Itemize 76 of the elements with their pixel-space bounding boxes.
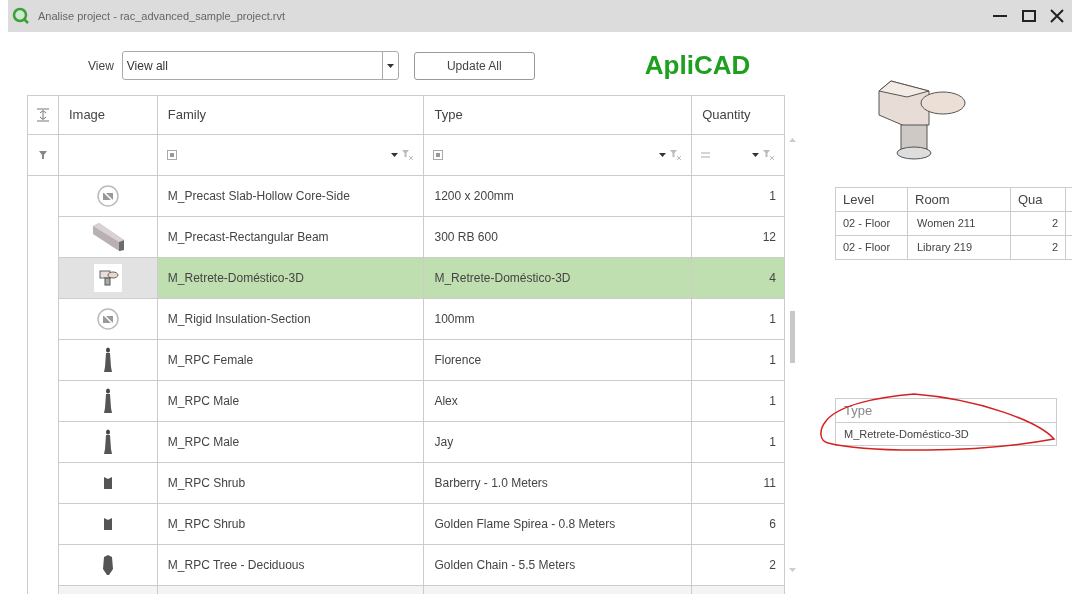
table-cell: M_RPC Shrub: [157, 504, 425, 545]
maximize-icon[interactable]: [1022, 9, 1036, 23]
filter-operator-icon[interactable]: [433, 150, 444, 160]
table-cell: Library 219: [908, 236, 1011, 259]
table-cell: M_RPC Male: [157, 422, 425, 463]
caret-icon[interactable]: [659, 153, 667, 157]
table-cell: 2: [1011, 212, 1066, 235]
table-cell: M_Retrete-Doméstico-3D: [424, 258, 693, 299]
table-cell: 11: [692, 463, 785, 504]
table-cell: M_RPC Tree - Deciduous: [157, 545, 425, 586]
table-cell: 300 RB 600: [424, 217, 693, 258]
column-header[interactable]: Image: [58, 96, 158, 134]
table-cell: Women 211: [908, 212, 1011, 235]
scroll-down-icon[interactable]: [788, 568, 796, 572]
tree-icon: [101, 555, 114, 575]
person-figure-icon: [102, 429, 113, 455]
table-cell: Golden Chain - 5.5 Meters: [424, 545, 693, 586]
column-header[interactable]: Type: [424, 96, 693, 134]
table-cell: 02 - Floor: [836, 236, 908, 259]
table-cell: Alex: [424, 381, 693, 422]
toilet-icon: [96, 267, 119, 289]
scroll-up-icon[interactable]: [788, 138, 796, 142]
table-cell: 1: [692, 422, 785, 463]
close-icon[interactable]: [1050, 9, 1064, 23]
table-cell: M_Precast Slab-Hollow Core-Side: [157, 176, 425, 217]
table-cell: 2: [692, 545, 785, 586]
caret-icon[interactable]: [391, 153, 399, 157]
column-header[interactable]: Family: [157, 96, 425, 134]
scrollbar-thumb[interactable]: [789, 311, 795, 363]
table-cell: 4: [692, 258, 785, 299]
beam-icon: [90, 222, 125, 252]
table-cell: 1: [692, 381, 785, 422]
column-header[interactable]: Quantity: [692, 96, 785, 134]
table-cell: M_Rigid Insulation-Section: [157, 299, 425, 340]
filter-icon[interactable]: [38, 151, 47, 159]
expand-rows-icon[interactable]: [36, 108, 49, 122]
table-cell: Barberry - 1.0 Meters: [424, 463, 693, 504]
column-header[interactable]: Room: [908, 188, 1011, 211]
table-cell: 1: [692, 176, 785, 217]
column-header[interactable]: Qua: [1011, 188, 1066, 211]
table-cell: 2: [1011, 236, 1066, 259]
logo: ApliCAD: [644, 49, 751, 82]
table-cell: 02 - Floor: [836, 212, 908, 235]
table-cell: Golden Flame Spirea - 0.8 Meters: [424, 504, 693, 545]
table-cell: 12: [692, 217, 785, 258]
shrub-icon: [102, 476, 113, 490]
table-cell: M_Retrete-Doméstico-3D: [157, 258, 425, 299]
table-cell-text: M_Retrete-Doméstico-3D: [843, 426, 970, 442]
view-label: View: [88, 57, 114, 75]
no-image-icon: [96, 185, 119, 207]
window-title: Analise project - rac_advanced_sample_project.rvt: [38, 8, 286, 24]
table-cell: 1: [692, 299, 785, 340]
table-cell: M_RPC Shrub: [157, 463, 425, 504]
table-cell: M_Precast-Rectangular Beam: [157, 217, 425, 258]
table-cell: M_RPC Male: [157, 381, 425, 422]
table-cell: Florence: [424, 340, 693, 381]
person-figure-icon: [102, 347, 113, 373]
filter-operator-icon[interactable]: [166, 150, 177, 160]
search-icon: [12, 7, 30, 25]
column-header[interactable]: Type: [836, 399, 1056, 423]
no-image-icon: [96, 308, 119, 330]
table-cell: 100mm: [424, 299, 693, 340]
table-cell: 1: [692, 340, 785, 381]
caret-icon[interactable]: [752, 153, 759, 157]
caret-icon: [386, 63, 394, 68]
shrub-icon: [102, 517, 113, 531]
column-header[interactable]: Level: [836, 188, 908, 211]
update-all-button[interactable]: Update All: [413, 51, 535, 80]
table-cell: 6: [692, 504, 785, 545]
table-cell: M_RPC Female: [157, 340, 425, 381]
table-cell: 1200 x 200mm: [424, 176, 693, 217]
view-dropdown[interactable]: View all: [121, 51, 399, 80]
table-cell: Jay: [424, 422, 693, 463]
person-figure-icon: [102, 388, 113, 414]
clear-filter-icon[interactable]: [763, 149, 775, 161]
equals-icon[interactable]: [701, 152, 711, 158]
